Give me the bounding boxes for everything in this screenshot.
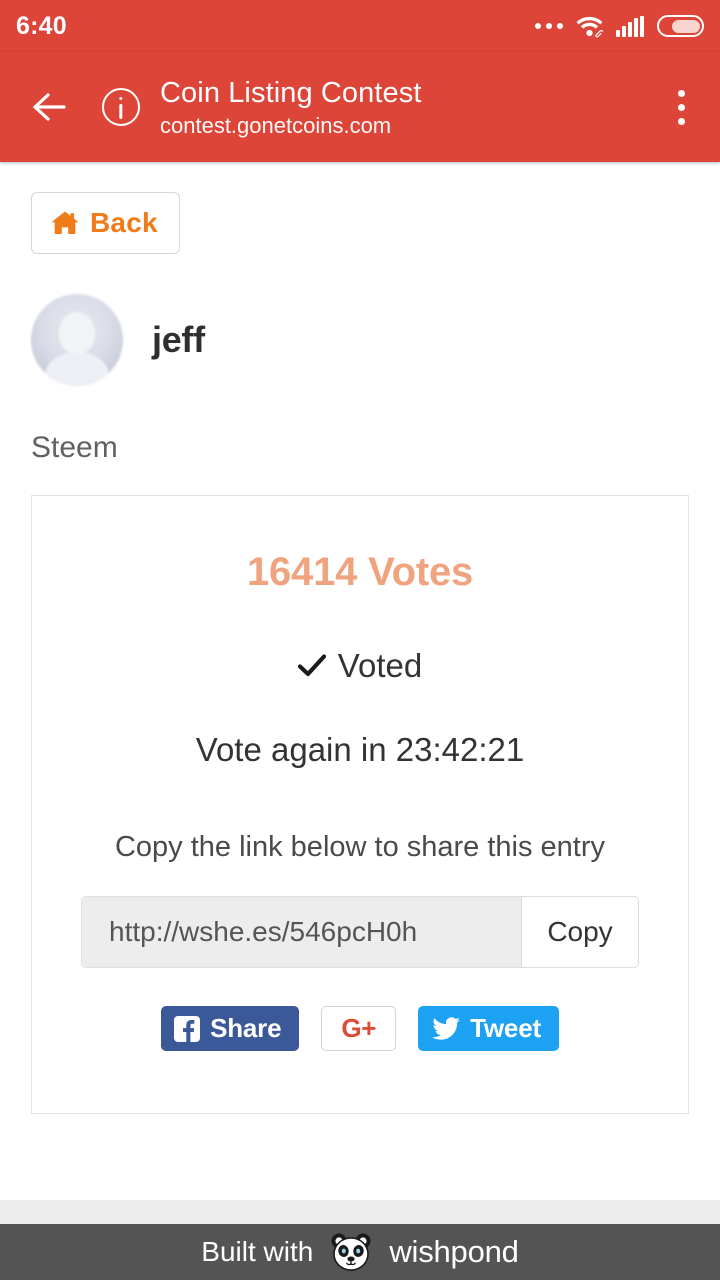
- app-root: 6:40 Coin Listing Contest contest.gonetc…: [0, 0, 720, 1280]
- footer: Built with wishpond: [0, 1224, 720, 1280]
- facebook-share-button[interactable]: Share: [161, 1006, 300, 1051]
- share-url-row: http://wshe.es/546pcH0h Copy: [81, 896, 639, 968]
- status-bar-clock: 6:40: [16, 11, 67, 40]
- facebook-share-label: Share: [210, 1013, 282, 1043]
- status-bar: 6:40: [0, 0, 720, 52]
- paperclip-icon: [594, 27, 605, 38]
- twitter-share-button[interactable]: Tweet: [418, 1006, 559, 1051]
- browser-header: Coin Listing Contest contest.gonetcoins.…: [0, 52, 720, 162]
- page-url[interactable]: contest.gonetcoins.com: [160, 112, 422, 139]
- profile-row: jeff: [31, 294, 720, 386]
- more-dots-icon: [535, 23, 563, 29]
- twitter-share-label: Tweet: [470, 1013, 541, 1043]
- status-bar-icons: [535, 15, 704, 38]
- panda-logo: [329, 1230, 373, 1274]
- footer-divider: [0, 1200, 720, 1224]
- overflow-menu-icon[interactable]: [664, 84, 698, 130]
- googleplus-share-button[interactable]: G+: [321, 1006, 397, 1051]
- back-button[interactable]: Back: [31, 192, 180, 254]
- facebook-icon: [174, 1015, 201, 1042]
- wifi-icon: [576, 15, 605, 38]
- wishpond-brand: wishpond: [389, 1234, 519, 1269]
- checkmark-icon: [297, 653, 326, 679]
- page-content: Back jeff Steem 16414 Votes Voted Vote a: [0, 162, 720, 1114]
- footer-built-with-label: Built with: [201, 1236, 314, 1267]
- home-icon: [50, 210, 80, 236]
- avatar: [31, 294, 123, 386]
- voted-status: Voted: [32, 647, 688, 685]
- voted-label: Voted: [337, 647, 423, 684]
- battery-icon: [657, 15, 704, 37]
- back-button-label: Back: [90, 207, 158, 238]
- copy-button[interactable]: Copy: [521, 896, 639, 968]
- googleplus-icon: G+: [341, 1013, 377, 1043]
- vote-card: 16414 Votes Voted Vote again in 23:42:21…: [31, 495, 689, 1114]
- signal-icon: [616, 15, 644, 37]
- page-title: Coin Listing Contest: [160, 76, 422, 109]
- share-hint: Copy the link below to share this entry: [114, 831, 606, 863]
- info-circle-icon[interactable]: [102, 88, 140, 126]
- entry-name: Steem: [31, 431, 118, 464]
- share-url-input[interactable]: http://wshe.es/546pcH0h: [81, 896, 521, 968]
- social-share-row: Share G+ Tweet: [32, 1006, 688, 1051]
- vote-count: 16414 Votes: [246, 550, 474, 594]
- twitter-icon: [432, 1016, 461, 1041]
- vote-again-text: Vote again in 23:42:21: [195, 731, 525, 768]
- username: jeff: [152, 319, 205, 360]
- back-arrow-icon[interactable]: [26, 84, 72, 130]
- header-title-block: Coin Listing Contest contest.gonetcoins.…: [160, 76, 422, 139]
